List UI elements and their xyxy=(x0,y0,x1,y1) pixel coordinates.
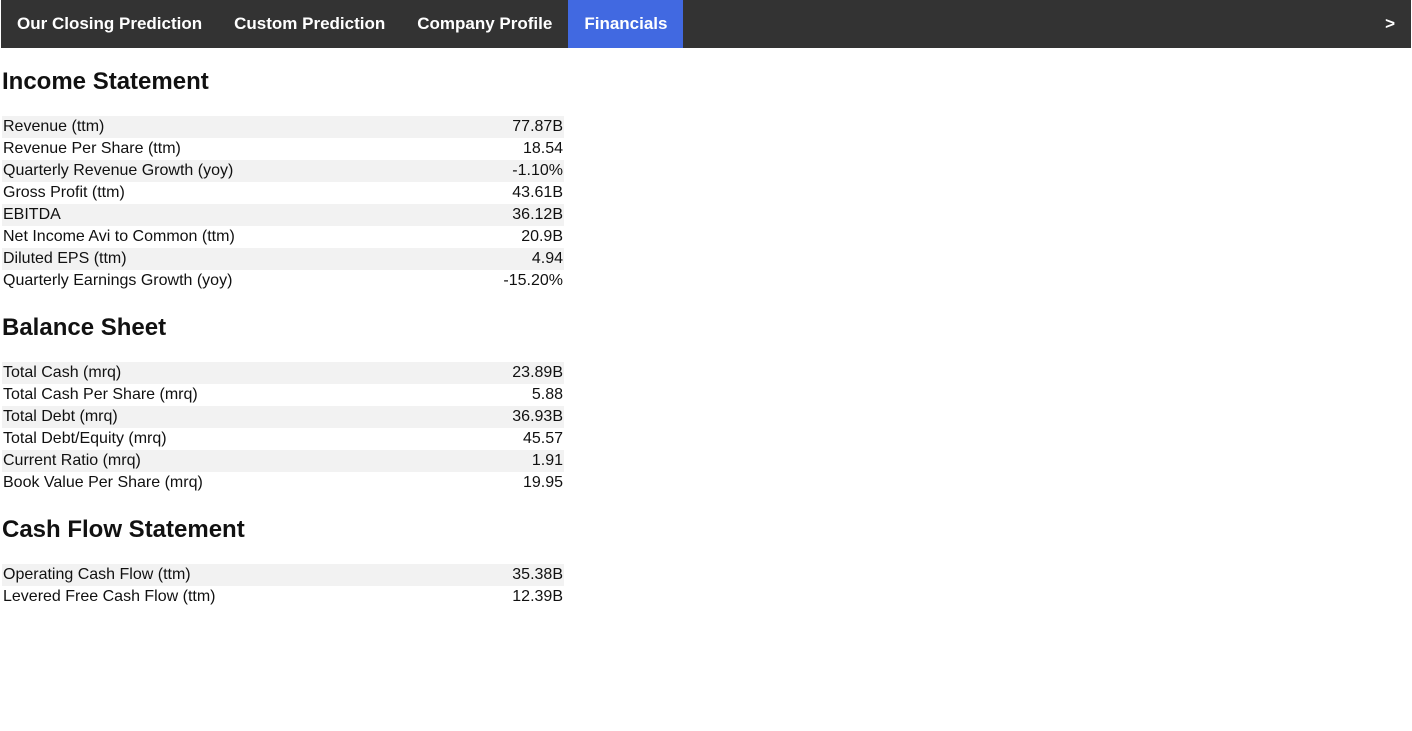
table-row: Levered Free Cash Flow (ttm) 12.39B xyxy=(2,586,564,608)
row-value: -1.10% xyxy=(512,162,563,179)
table-row: Current Ratio (mrq) 1.91 xyxy=(2,450,564,472)
row-value: 35.38B xyxy=(512,566,563,583)
row-label: Total Cash Per Share (mrq) xyxy=(3,386,198,403)
row-value: 36.12B xyxy=(512,206,563,223)
row-value: 77.87B xyxy=(512,118,563,135)
table-row: Revenue (ttm) 77.87B xyxy=(2,116,564,138)
table-row: Gross Profit (ttm) 43.61B xyxy=(2,182,564,204)
row-label: Gross Profit (ttm) xyxy=(3,184,125,201)
row-label: Total Debt/Equity (mrq) xyxy=(3,430,167,447)
row-value: 45.57 xyxy=(522,430,563,447)
row-label: Net Income Avi to Common (ttm) xyxy=(3,228,235,245)
tab-our-closing-prediction[interactable]: Our Closing Prediction xyxy=(1,0,218,48)
tab-financials[interactable]: Financials xyxy=(568,0,684,48)
row-value: 1.91 xyxy=(531,452,563,469)
table-row: Net Income Avi to Common (ttm) 20.9B xyxy=(2,226,564,248)
tab-company-profile[interactable]: Company Profile xyxy=(401,0,568,48)
table-row: Quarterly Earnings Growth (yoy) -15.20% xyxy=(2,270,564,292)
top-nav-bar: Our Closing Prediction Custom Prediction… xyxy=(1,0,1411,48)
row-value: 43.61B xyxy=(512,184,563,201)
row-label: Operating Cash Flow (ttm) xyxy=(3,566,191,583)
row-value: 4.94 xyxy=(531,250,563,267)
balance-sheet-title: Balance Sheet xyxy=(2,314,167,341)
row-value: 5.88 xyxy=(531,386,563,403)
table-row: Diluted EPS (ttm) 4.94 xyxy=(2,248,564,270)
row-value: 20.9B xyxy=(521,228,563,245)
row-value: 36.93B xyxy=(512,408,563,425)
cash-flow-statement-title: Cash Flow Statement xyxy=(2,516,245,543)
row-label: Book Value Per Share (mrq) xyxy=(3,474,203,491)
table-row: Total Cash (mrq) 23.89B xyxy=(2,362,564,384)
row-value: 18.54 xyxy=(522,140,563,157)
tab-custom-prediction[interactable]: Custom Prediction xyxy=(218,0,401,48)
row-label: Current Ratio (mrq) xyxy=(3,452,141,469)
income-statement-table: Revenue (ttm) 77.87B Revenue Per Share (t… xyxy=(2,116,564,292)
row-label: Quarterly Earnings Growth (yoy) xyxy=(3,272,233,289)
table-row: Total Debt/Equity (mrq) 45.57 xyxy=(2,428,564,450)
row-label: Total Debt (mrq) xyxy=(3,408,118,425)
nav-next-button[interactable]: > xyxy=(1369,0,1411,48)
row-label: Revenue Per Share (ttm) xyxy=(3,140,181,157)
table-row: EBITDA 36.12B xyxy=(2,204,564,226)
income-statement-title: Income Statement xyxy=(2,68,209,95)
table-row: Total Debt (mrq) 36.93B xyxy=(2,406,564,428)
financials-content: Income Statement Revenue (ttm) 77.87B Rev… xyxy=(2,48,564,608)
cash-flow-table: Operating Cash Flow (ttm) 35.38B Levered … xyxy=(2,564,564,608)
table-row: Quarterly Revenue Growth (yoy) -1.10% xyxy=(2,160,564,182)
table-row: Book Value Per Share (mrq) 19.95 xyxy=(2,472,564,494)
row-label: Total Cash (mrq) xyxy=(3,364,122,381)
row-label: Revenue (ttm) xyxy=(3,118,105,135)
row-value: 12.39B xyxy=(512,588,563,605)
row-value: -15.20% xyxy=(503,272,563,289)
table-row: Total Cash Per Share (mrq) 5.88 xyxy=(2,384,564,406)
row-label: Levered Free Cash Flow (ttm) xyxy=(3,588,216,605)
table-row: Operating Cash Flow (ttm) 35.38B xyxy=(2,564,564,586)
balance-sheet-table: Total Cash (mrq) 23.89B Total Cash Per Sh… xyxy=(2,362,564,494)
row-label: EBITDA xyxy=(3,206,61,223)
row-value: 19.95 xyxy=(522,474,563,491)
row-label: Diluted EPS (ttm) xyxy=(3,250,127,267)
table-row: Revenue Per Share (ttm) 18.54 xyxy=(2,138,564,160)
row-value: 23.89B xyxy=(512,364,563,381)
row-label: Quarterly Revenue Growth (yoy) xyxy=(3,162,234,179)
